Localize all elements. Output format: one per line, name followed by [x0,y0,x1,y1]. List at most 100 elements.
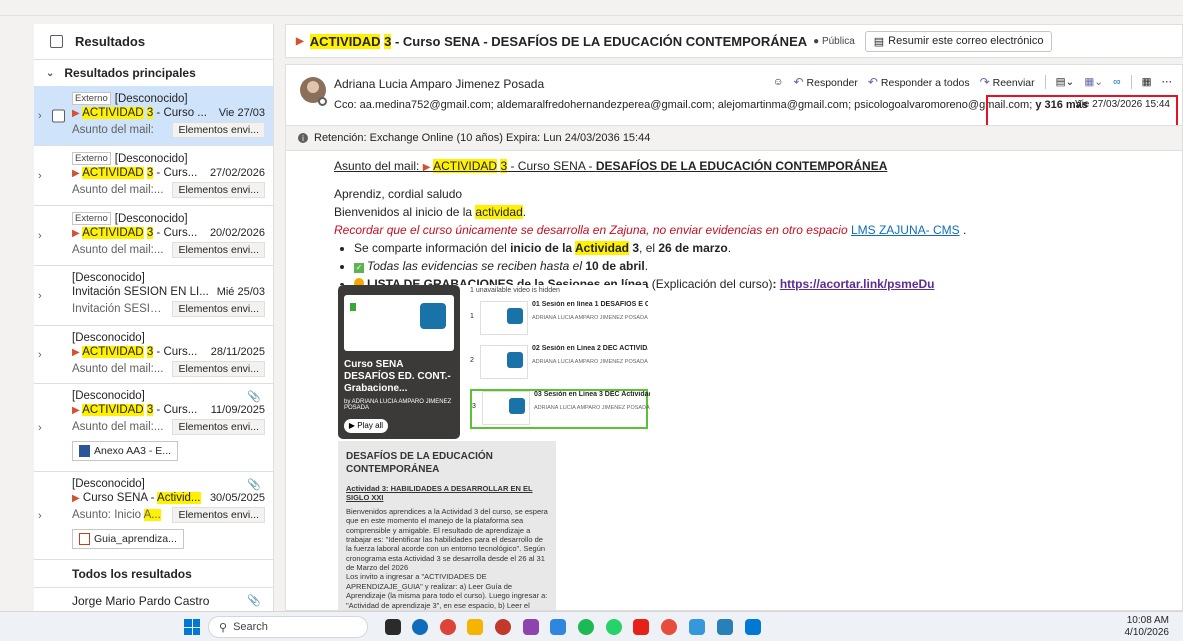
clock[interactable]: 10:08 AM 4/10/2026 [1125,615,1170,639]
paperclip-icon: 📎 [247,595,261,607]
doc-paragraph: Los invito a ingresar a "ACTIVIDADES DE … [346,572,548,610]
greeting: Aprendiz, cordial saludo [334,187,463,201]
select-all-checkbox[interactable] [50,35,63,48]
section-top-results[interactable]: ⌄ Resultados principales [34,60,273,86]
forward-icon: ↷ [979,75,990,89]
search-icon: ⚲ [219,621,228,634]
mail-date: Mié 25/03 [216,286,265,298]
chevron-right-icon[interactable]: › [38,290,42,302]
mail-subject: ▶ ACTIVIDAD 3 - Curs... [72,404,198,416]
chevron-right-icon[interactable]: › [38,170,42,182]
mail-checkbox[interactable] [52,109,65,122]
top-strip [0,0,1183,16]
task-view-icon[interactable] [385,619,401,635]
folder-pill[interactable]: Elementos envi... [172,182,265,198]
mail-item[interactable]: › Externo [Desconocido] ▶ ACTIVIDAD 3 - C… [34,206,273,266]
attachment-chip[interactable]: Anexo AA3 - E... [72,441,179,461]
mail-item[interactable]: › [Desconocido] ▶ ACTIVIDAD 3 - Curs... 2… [34,326,273,384]
teams-icon[interactable]: ▤⌄ [1056,76,1075,88]
chrome-icon[interactable] [440,619,456,635]
emoji-icon[interactable]: ☺ [773,76,784,88]
mail-item[interactable]: › Externo [Desconocido] ▶ ACTIVIDAD 3 - C… [34,146,273,206]
app-icon[interactable] [523,619,539,635]
reply-all-button[interactable]: ↶ Responder a todos [868,75,970,89]
summarize-button[interactable]: ▤ Resumir este correo electrónico [864,30,1053,52]
message-body: Asunto del mail: ▶ ACTIVIDAD 3 - Curso S… [334,157,1174,293]
playlist-author: by ADRIANA LUCIA AMPARO JIMENEZ POSADA [344,399,452,411]
whatsapp-icon[interactable] [606,619,622,635]
folder-pill[interactable]: Elementos envi... [172,361,265,377]
youtube-icon[interactable] [633,619,649,635]
folder-pill[interactable]: Elementos envi... [172,122,265,138]
mail-sender: [Desconocido] [72,332,145,344]
folder-pill[interactable]: Elementos envi... [172,419,265,435]
mail-preview: Asunto del mail:... [72,363,164,375]
lms-link[interactable]: LMS ZAJUNA- CMS [851,223,960,237]
doc-paragraph: Bienvenidos aprendices a la Actividad 3 … [346,506,548,572]
mail-subject: ▶ ACTIVIDAD 3 - Curs... [72,346,198,358]
app-icon[interactable] [661,619,677,635]
tag-icon: ▶ [422,162,431,173]
mail-preview: Asunto: Inicio A... [72,509,161,521]
play-all-button[interactable]: ▶ Play all [344,419,388,433]
playlist-video[interactable]: 1 01 Sesión en línea 1 DESAFIOS E C BIEN… [470,301,648,337]
app-icon[interactable] [689,619,705,635]
tag-icon: ▶ [72,168,80,179]
immersive-reader-icon[interactable]: ▦ [1142,76,1152,88]
section-all-results: Todos los resultados [34,560,273,588]
folder-pill[interactable]: Elementos envi... [172,301,265,317]
doc-title: DESAFÍOS DE LA EDUCACIÓN CONTEMPORÁNEA [346,451,493,475]
mail-subject: ▶ ACTIVIDAD 3 - Curs... [72,167,198,179]
external-tag: Externo [72,152,111,165]
chevron-right-icon[interactable]: › [38,349,42,361]
app-icon[interactable] [495,619,511,635]
attachment-chip[interactable]: Guia_aprendiza... [72,529,184,549]
sensitivity-label[interactable]: ● Pública [813,36,855,47]
retention-banner: i Retención: Exchange Online (10 años) E… [286,125,1182,151]
mail-item[interactable]: 📎 Jorge Mario Pardo Castro [34,588,273,611]
playlist-card: Curso SENA DESAFÍOS ED. CONT.- Grabacion… [338,285,460,439]
mail-sender: [Desconocido] [114,212,188,225]
taskbar-search[interactable]: ⚲ Search [208,616,368,638]
chevron-right-icon[interactable]: › [38,230,42,242]
chevron-right-icon[interactable]: › [38,110,42,122]
outlook-icon[interactable] [745,619,761,635]
playlist-image[interactable]: Curso SENA DESAFÍOS ED. CONT.- Grabacion… [338,285,650,439]
reply-button[interactable]: ↶ Responder [794,75,858,89]
app-icon[interactable] [550,619,566,635]
reply-all-icon: ↶ [867,75,878,89]
file-explorer-icon[interactable] [467,619,483,635]
spotify-icon[interactable] [578,619,594,635]
chevron-right-icon[interactable]: › [38,510,42,522]
apps-icon[interactable]: ▦⌄ [1084,76,1103,88]
paperclip-icon: 📎 [247,391,261,403]
recordings-link[interactable]: https://acortar.link/psmeDu [780,277,935,291]
paperclip-icon: 📎 [247,479,261,491]
mail-sender: [Desconocido] [72,272,145,284]
mail-item[interactable]: › 📎 [Desconocido] ▶ Curso SENA - Activid… [34,472,273,560]
loop-icon[interactable]: ∞ [1113,76,1121,88]
playlist-video[interactable]: 2 02 Sesión en Línea 2 DEC ACTIVIDAD 2 2… [470,345,648,381]
mail-date: 27/02/2026 [209,167,265,179]
forward-button[interactable]: ↷ Reenviar [980,75,1035,89]
mail-item[interactable]: › Externo [Desconocido] ▶ ACTIVIDAD 3 - C… [34,86,273,146]
mail-item[interactable]: › [Desconocido] Invitación SESIÓN EN LÍ.… [34,266,273,326]
mail-preview: Asunto del mail:... [72,244,164,256]
mail-item[interactable]: › 📎 [Desconocido] ▶ ACTIVIDAD 3 - Curs..… [34,384,273,472]
sender-name[interactable]: Adriana Lucia Amparo Jimenez Posada [334,77,544,91]
playlist-video[interactable]: 3 03 Sesión en Línea 3 DEC Actividad 3 2… [470,389,650,429]
app-icon[interactable] [717,619,733,635]
windows-start-icon[interactable] [184,619,200,635]
more-actions-icon[interactable]: ⋯ [1162,76,1173,88]
folder-pill[interactable]: Elementos envi... [172,507,265,523]
mail-preview: Invitación SESIÓ... [72,303,169,315]
body-subject-line: Asunto del mail: ▶ ACTIVIDAD 3 - Curso S… [334,159,888,173]
message-header: Adriana Lucia Amparo Jimenez Posada Cco:… [286,65,1182,128]
mail-sender: [Desconocido] [114,152,188,165]
section-label: Resultados principales [64,66,196,80]
edge-icon[interactable] [412,619,428,635]
mail-subject: ▶ ACTIVIDAD 3 - Curs... [72,227,198,239]
chevron-right-icon[interactable]: › [38,422,42,434]
mail-date: 30/05/2025 [209,492,265,504]
folder-pill[interactable]: Elementos envi... [172,242,265,258]
